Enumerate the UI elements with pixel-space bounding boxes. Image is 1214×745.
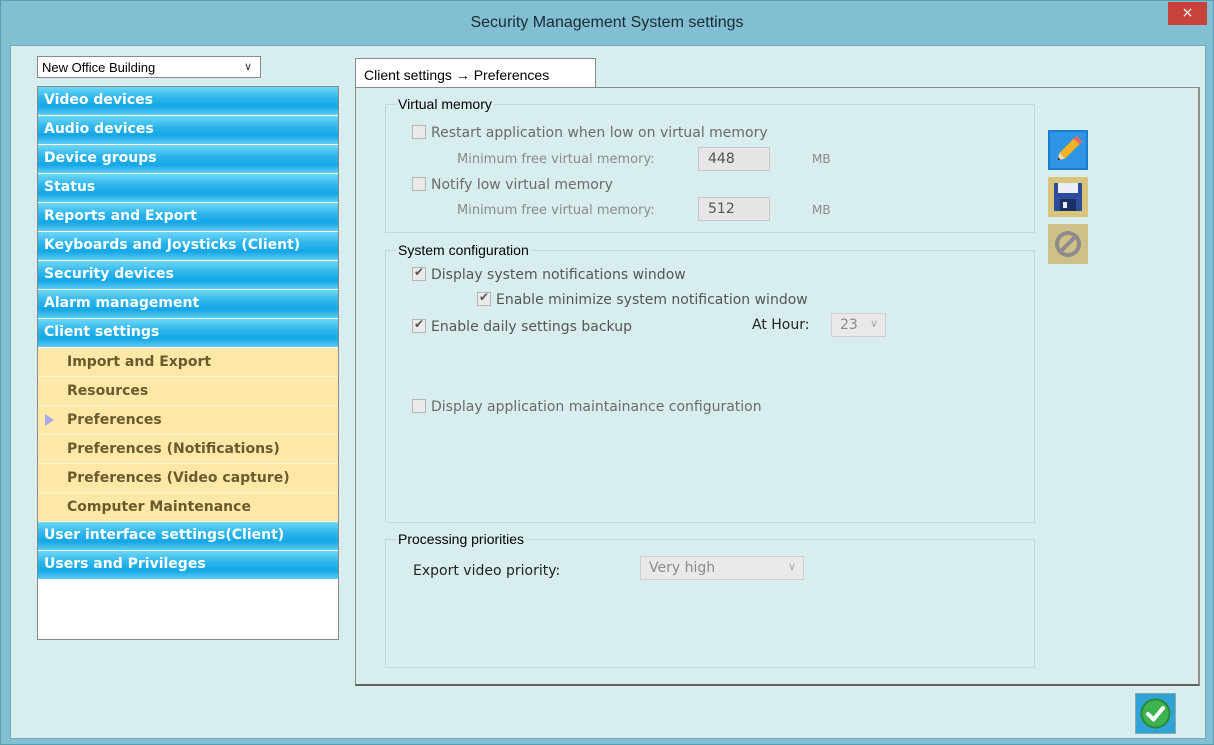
- export-priority-label: Export video priority:: [413, 563, 561, 579]
- building-select[interactable]: New Office Building ∨: [37, 56, 261, 78]
- export-priority-value: Very high: [649, 560, 716, 576]
- floppy-disk-icon: [1048, 177, 1088, 217]
- sub-item-computer-maintenance[interactable]: Computer Maintenance: [38, 493, 338, 522]
- pencil-icon: [1048, 130, 1088, 170]
- group-title: System configuration: [396, 242, 531, 258]
- sub-item-label: Import and Export: [67, 354, 212, 370]
- virtual-memory-group: Virtual memory Restart application when …: [385, 96, 1035, 233]
- chevron-down-icon: ∨: [787, 560, 796, 573]
- checkbox-box: [412, 265, 426, 281]
- selected-arrow-icon: [45, 414, 54, 426]
- checkbox-box: [412, 399, 426, 413]
- min-free-memory-input-1[interactable]: 448: [698, 147, 770, 171]
- enable-minimize-notification-checkbox[interactable]: Enable minimize system notification wind…: [477, 290, 808, 308]
- sub-item-import-and-export[interactable]: Import and Export: [38, 348, 338, 377]
- daily-backup-checkbox[interactable]: Enable daily settings backup: [412, 317, 632, 335]
- system-configuration-group: System configuration Display system noti…: [385, 242, 1035, 523]
- nav-item-user-interface-settings[interactable]: User interface settings(Client): [38, 522, 338, 551]
- at-hour-value: 23: [840, 317, 858, 333]
- chevron-down-icon: ∨: [243, 61, 252, 73]
- nav-item-status[interactable]: Status: [38, 174, 338, 203]
- at-hour-label: At Hour:: [752, 317, 810, 333]
- nav-item-device-groups[interactable]: Device groups: [38, 145, 338, 174]
- restart-on-low-memory-checkbox[interactable]: Restart application when low on virtual …: [412, 125, 768, 141]
- checkbox-box: [412, 317, 426, 333]
- checkbox-box: [412, 177, 426, 191]
- sub-item-label: Preferences (Notifications): [67, 441, 280, 457]
- client-area: New Office Building ∨ Video devices Audi…: [10, 45, 1206, 739]
- nav-item-client-settings[interactable]: Client settings: [38, 319, 338, 348]
- sub-item-label: Preferences (Video capture): [67, 470, 290, 486]
- checkbox-label: Restart application when low on virtual …: [431, 125, 768, 141]
- maintenance-config-checkbox[interactable]: Display application maintainance configu…: [412, 399, 762, 415]
- nav-item-video-devices[interactable]: Video devices: [38, 87, 338, 116]
- checkbox-label: Enable daily settings backup: [431, 319, 632, 335]
- notify-low-memory-checkbox[interactable]: Notify low virtual memory: [412, 177, 613, 193]
- processing-priorities-group: Processing priorities Export video prior…: [385, 531, 1035, 668]
- checkbox-box: [477, 290, 491, 306]
- nav-item-audio-devices[interactable]: Audio devices: [38, 116, 338, 145]
- cancel-button[interactable]: [1048, 224, 1088, 264]
- ok-button[interactable]: [1135, 693, 1176, 734]
- unit-label: MB: [812, 203, 831, 217]
- preferences-panel: Virtual memory Restart application when …: [355, 87, 1200, 686]
- forbidden-icon: [1048, 224, 1088, 264]
- sub-item-preferences-video-capture[interactable]: Preferences (Video capture): [38, 464, 338, 493]
- settings-window: Security Management System settings × Ne…: [0, 0, 1214, 745]
- sub-item-resources[interactable]: Resources: [38, 377, 338, 406]
- sub-item-preferences-notifications[interactable]: Preferences (Notifications): [38, 435, 338, 464]
- unit-label: MB: [812, 152, 831, 166]
- group-title: Processing priorities: [396, 531, 527, 547]
- at-hour-select[interactable]: 23 ∨: [831, 313, 886, 337]
- min-free-memory-input-2[interactable]: 512: [698, 197, 770, 221]
- checkbox-label: Notify low virtual memory: [431, 177, 613, 193]
- checkbox-label: Enable minimize system notification wind…: [496, 292, 808, 308]
- sub-item-label: Resources: [67, 383, 149, 399]
- sub-item-label: Preferences: [67, 412, 162, 428]
- nav-item-security-devices[interactable]: Security devices: [38, 261, 338, 290]
- settings-navigation: Video devices Audio devices Device group…: [37, 86, 339, 640]
- export-priority-select[interactable]: Very high ∨: [640, 556, 804, 580]
- nav-item-users-and-privileges[interactable]: Users and Privileges: [38, 551, 338, 580]
- nav-item-reports-and-export[interactable]: Reports and Export: [38, 203, 338, 232]
- sub-item-label: Computer Maintenance: [67, 499, 251, 515]
- checkmark-icon: [1136, 694, 1175, 733]
- group-title: Virtual memory: [396, 96, 494, 112]
- display-notifications-checkbox[interactable]: Display system notifications window: [412, 265, 686, 283]
- checkbox-label: Display application maintainance configu…: [431, 399, 762, 415]
- edit-button[interactable]: [1048, 130, 1088, 170]
- nav-item-alarm-management[interactable]: Alarm management: [38, 290, 338, 319]
- min-free-memory-label: Minimum free virtual memory:: [457, 152, 655, 167]
- nav-item-keyboards-and-joysticks[interactable]: Keyboards and Joysticks (Client): [38, 232, 338, 261]
- sub-item-preferences[interactable]: Preferences: [38, 406, 338, 435]
- building-select-value: New Office Building: [42, 60, 156, 75]
- window-title: Security Management System settings: [470, 14, 744, 31]
- tab-client-settings-preferences[interactable]: Client settings → Preferences: [355, 58, 596, 88]
- checkbox-box: [412, 125, 426, 139]
- min-free-memory-label: Minimum free virtual memory:: [457, 203, 655, 218]
- close-button[interactable]: ×: [1168, 2, 1207, 25]
- title-bar[interactable]: Security Management System settings ×: [1, 1, 1213, 45]
- checkbox-label: Display system notifications window: [431, 267, 686, 283]
- save-button[interactable]: [1048, 177, 1088, 217]
- chevron-down-icon: ∨: [869, 317, 878, 330]
